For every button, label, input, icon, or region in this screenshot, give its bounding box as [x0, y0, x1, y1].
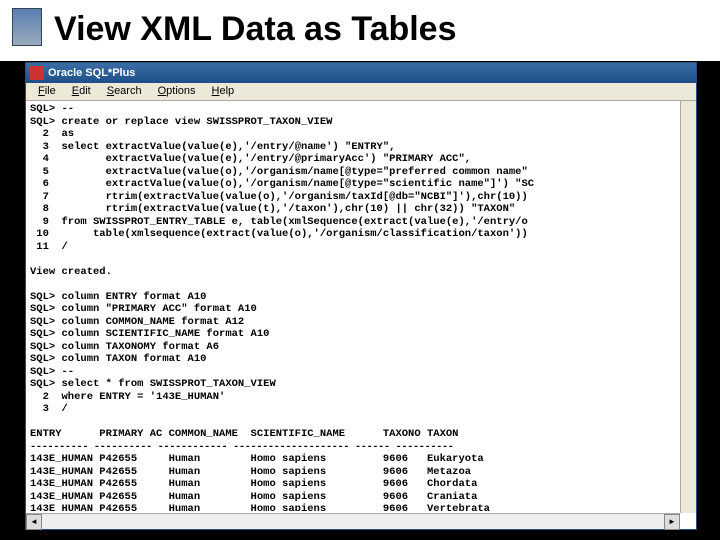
table-row: 143E_HUMAN P42655 Human Homo sapiens 960…	[30, 466, 471, 478]
table-separator: ---------- ---------- ------------ -----…	[30, 441, 453, 453]
sql-line: SQL> column "PRIMARY ACC" format A10	[30, 303, 257, 315]
sql-line: View created.	[30, 266, 112, 278]
app-icon	[30, 66, 44, 80]
scroll-left-button[interactable]: ◄	[26, 514, 42, 530]
sql-line: 4 extractValue(value(e),'/entry/@primary…	[30, 153, 471, 165]
sql-line: SQL> column COMMON_NAME format A12	[30, 316, 244, 328]
sql-line: 2 as	[30, 128, 74, 140]
menu-edit[interactable]: Edit	[64, 83, 99, 100]
table-header: ENTRY PRIMARY AC COMMON_NAME SCIENTIFIC_…	[30, 428, 458, 440]
sql-line: 5 extractValue(value(o),'/organism/name[…	[30, 166, 528, 178]
sql-line: 10 table(xmlsequence(extract(value(o),'/…	[30, 228, 528, 240]
scrollbar-horizontal[interactable]: ◄ ►	[26, 513, 680, 529]
menu-help[interactable]: Help	[204, 83, 243, 100]
sql-line: SQL> select * from SWISSPROT_TAXON_VIEW	[30, 378, 276, 390]
sql-line: SQL> --	[30, 366, 74, 378]
scroll-track[interactable]	[42, 514, 664, 529]
sql-line: SQL> column ENTRY format A10	[30, 291, 206, 303]
table-row: 143E_HUMAN P42655 Human Homo sapiens 960…	[30, 491, 477, 503]
sql-line: SQL> column SCIENTIFIC_NAME format A10	[30, 328, 269, 340]
sql-line: 3 select extractValue(value(e),'/entry/@…	[30, 141, 395, 153]
sql-line: 7 rtrim(extractValue(value(o),'/organism…	[30, 191, 528, 203]
sql-line: 11 /	[30, 241, 68, 253]
menubar: File Edit Search Options Help	[26, 83, 696, 101]
window-title: Oracle SQL*Plus	[48, 67, 135, 79]
logo-icon	[12, 8, 42, 46]
slide-title: View XML Data as Tables	[0, 0, 720, 61]
sql-line: 8 rtrim(extractValue(value(t),'/taxon'),…	[30, 203, 515, 215]
menu-file[interactable]: File	[30, 83, 64, 100]
sql-line: 3 /	[30, 403, 68, 415]
sql-line: SQL> column TAXONOMY format A6	[30, 341, 219, 353]
sqlplus-window: Oracle SQL*Plus File Edit Search Options…	[25, 62, 697, 530]
sql-line: 2 where ENTRY = '143E_HUMAN'	[30, 391, 225, 403]
scrollbar-vertical[interactable]	[680, 101, 696, 513]
sql-line: 9 from SWISSPROT_ENTRY_TABLE e, table(xm…	[30, 216, 528, 228]
table-row: 143E_HUMAN P42655 Human Homo sapiens 960…	[30, 453, 484, 465]
table-row: 143E_HUMAN P42655 Human Homo sapiens 960…	[30, 478, 477, 490]
scroll-right-button[interactable]: ►	[664, 514, 680, 530]
menu-options[interactable]: Options	[150, 83, 204, 100]
sql-line: SQL> create or replace view SWISSPROT_TA…	[30, 116, 332, 128]
table-row: 143E_HUMAN P42655 Human Homo sapiens 960…	[30, 503, 490, 511]
console-output[interactable]: SQL> -- SQL> create or replace view SWIS…	[26, 101, 696, 511]
sql-line: SQL> --	[30, 103, 74, 115]
sql-line: 6 extractValue(value(o),'/organism/name[…	[30, 178, 534, 190]
titlebar[interactable]: Oracle SQL*Plus	[26, 63, 696, 83]
sql-line: SQL> column TAXON format A10	[30, 353, 206, 365]
menu-search[interactable]: Search	[99, 83, 150, 100]
